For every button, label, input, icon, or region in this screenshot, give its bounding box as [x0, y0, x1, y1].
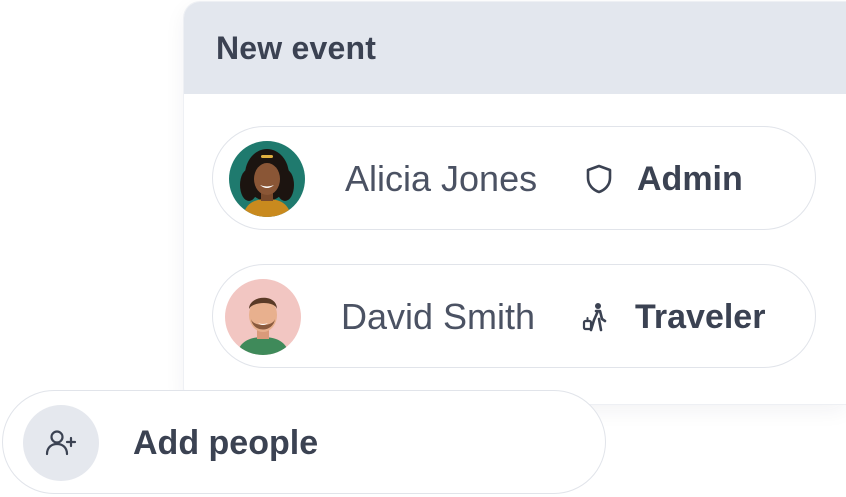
role-label: Traveler	[635, 298, 766, 336]
new-event-panel: New event Alicia Jones Admin David Smith…	[0, 0, 846, 497]
add-people-label: Add people	[133, 424, 319, 462]
person-row-alicia[interactable]: Alicia Jones Admin	[212, 126, 816, 230]
person-name: David Smith	[341, 296, 536, 337]
person-row-david[interactable]: David Smith Traveler	[212, 264, 816, 368]
card-header: New event	[184, 2, 846, 94]
role-label: Admin	[637, 160, 743, 198]
person-name: Alicia Jones	[345, 158, 538, 199]
page-title: New event	[216, 29, 377, 66]
avatar	[225, 279, 301, 355]
add-person-icon	[23, 405, 99, 481]
shield-icon	[583, 163, 615, 195]
avatar	[229, 141, 305, 217]
traveler-icon	[581, 301, 613, 333]
add-people-button[interactable]: Add people	[2, 390, 606, 494]
